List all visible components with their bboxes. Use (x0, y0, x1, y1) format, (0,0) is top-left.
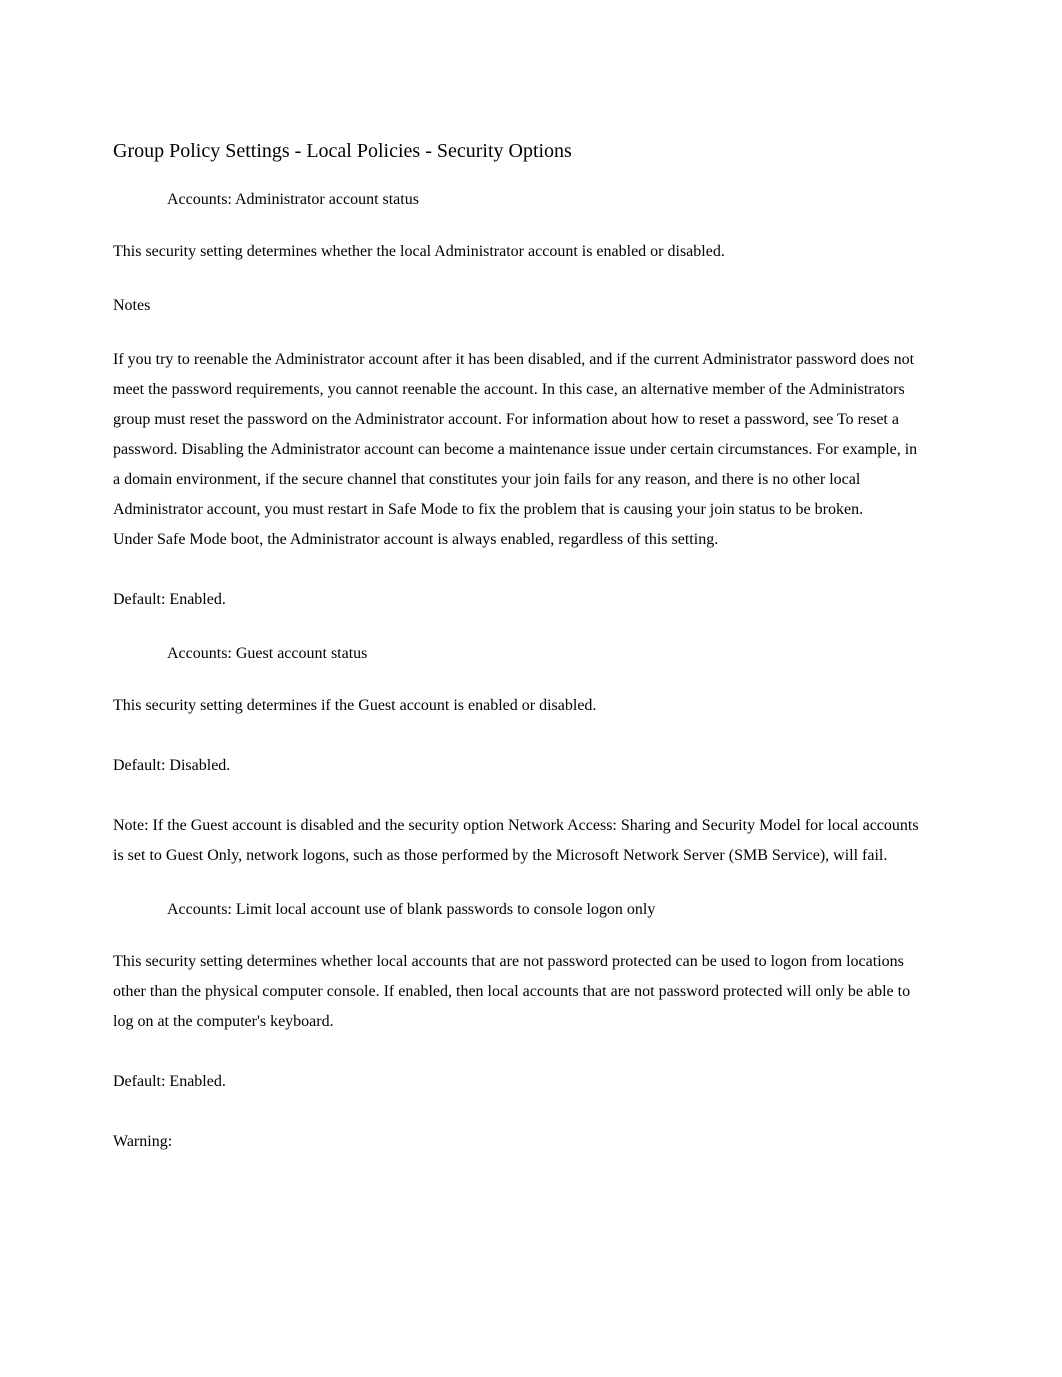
default-text: Default: Enabled. (113, 1067, 922, 1097)
setting-header: Accounts: Guest account status (85, 645, 942, 663)
default-text: Default: Disabled. (113, 751, 922, 781)
default-text: Default: Enabled. (113, 585, 922, 615)
setting-section: Accounts: Administrator account status T… (85, 191, 942, 615)
body-paragraph: This security setting determines whether… (113, 237, 922, 267)
setting-section: Accounts: Limit local account use of bla… (85, 901, 942, 1157)
setting-title: Accounts: Limit local account use of bla… (167, 901, 655, 919)
page-title: Group Policy Settings - Local Policies -… (113, 140, 942, 163)
body-paragraph: This security setting determines whether… (113, 947, 922, 1037)
setting-header: Accounts: Administrator account status (85, 191, 942, 209)
note-paragraph: Note: If the Guest account is disabled a… (113, 811, 922, 871)
body-paragraph: Under Safe Mode boot, the Administrator … (113, 525, 922, 555)
body-paragraph: If you try to reenable the Administrator… (113, 345, 922, 525)
setting-title: Accounts: Administrator account status (167, 191, 419, 209)
notes-label: Notes (113, 297, 942, 315)
warning-label: Warning: (113, 1127, 922, 1157)
body-paragraph: This security setting determines if the … (113, 691, 922, 721)
setting-header: Accounts: Limit local account use of bla… (85, 901, 942, 919)
setting-title: Accounts: Guest account status (167, 645, 367, 663)
setting-section: Accounts: Guest account status This secu… (85, 645, 942, 871)
